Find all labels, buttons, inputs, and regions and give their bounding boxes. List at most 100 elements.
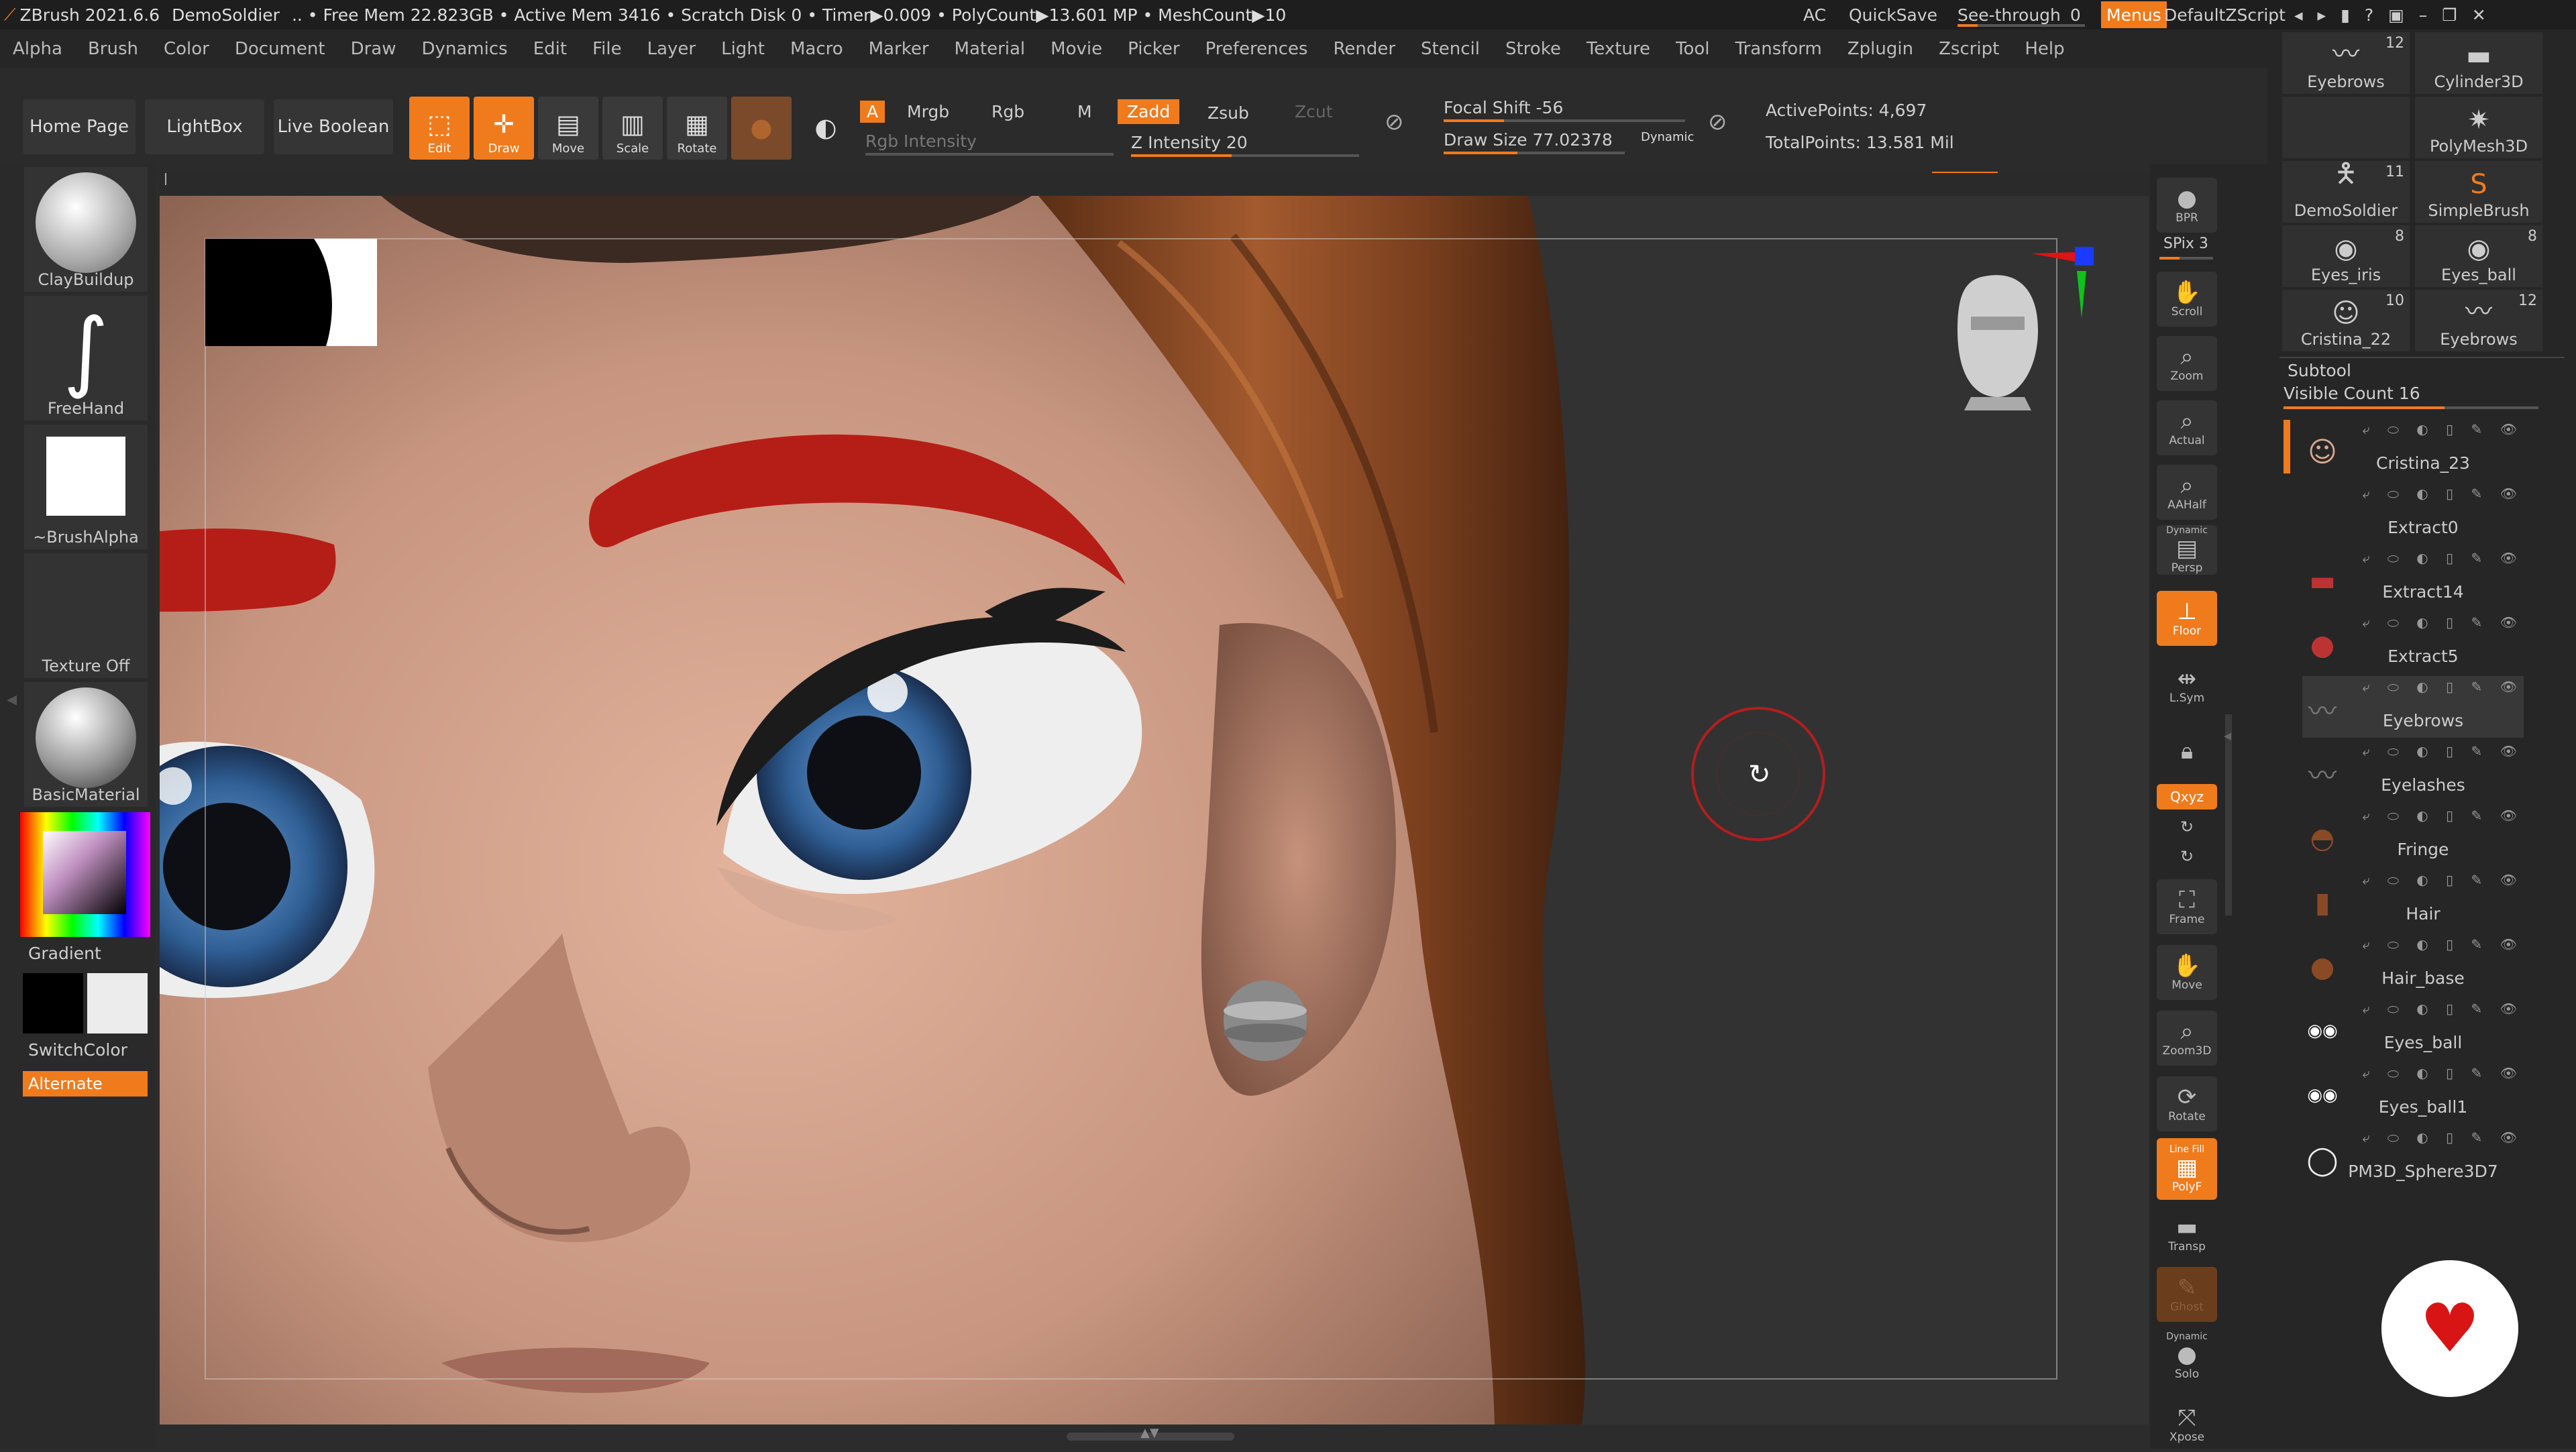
subtool-visibility-controls[interactable]: ⤶ ⬭ ◐ ▯ ✎ 👁︎ — [2362, 1001, 2524, 1017]
subtool-item[interactable]: ● ⤶ ⬭ ◐ ▯ ✎ 👁︎ Hair_base — [2302, 934, 2524, 995]
xpose-button[interactable]: ⤧ Xpose — [2157, 1397, 2217, 1452]
menu-draw[interactable]: Draw — [351, 39, 396, 59]
palette-icon[interactable]: ▮ — [2341, 5, 2365, 25]
menu-layer[interactable]: Layer — [647, 39, 696, 59]
alpha-selector[interactable]: ~BrushAlpha — [24, 425, 148, 549]
subtool-visibility-controls[interactable]: ⤶ ⬭ ◐ ▯ ✎ 👁︎ — [2362, 743, 2524, 759]
shelf-scrollbar[interactable] — [2225, 714, 2232, 915]
subtool-item[interactable]: 〰 ⤶ ⬭ ◐ ▯ ✎ 👁︎ Eyelashes — [2302, 740, 2524, 802]
default-zscript-button[interactable]: DefaultZScript — [2164, 0, 2286, 30]
subtool-item[interactable]: ▮ ⤶ ⬭ ◐ ▯ ✎ 👁︎ Hair — [2302, 869, 2524, 931]
material-swatch[interactable]: ● — [731, 97, 792, 160]
zsub-button[interactable]: Zsub — [1208, 103, 1249, 123]
subtool-visibility-controls[interactable]: ⤶ ⬭ ◐ ▯ ✎ 👁︎ — [2362, 550, 2524, 566]
frame-button[interactable]: ⛶ Frame — [2157, 879, 2217, 934]
menu-edit[interactable]: Edit — [533, 39, 567, 59]
floor-button[interactable]: ⊥ Floor — [2157, 591, 2217, 646]
menus-button[interactable]: Menus — [2101, 1, 2167, 28]
menu-alpha[interactable]: Alpha — [13, 39, 62, 59]
layout-icon[interactable]: ◂▸ — [2294, 5, 2341, 25]
subtool-visibility-controls[interactable]: ⤶ ⬭ ◐ ▯ ✎ 👁︎ — [2362, 421, 2524, 437]
move-button[interactable]: ▤ Move — [538, 97, 598, 160]
close-icon[interactable]: ✕ — [2472, 5, 2501, 25]
live-boolean-button[interactable]: Live Boolean — [274, 99, 393, 154]
spix-slider[interactable]: SPix 3 — [2163, 235, 2208, 252]
window-controls[interactable]: ◂▸ ▮? ▣ – ❐ ✕ — [2294, 0, 2501, 30]
menu-document[interactable]: Document — [235, 39, 325, 59]
lock-button[interactable]: 🔒︎ — [2157, 724, 2217, 779]
subtool-scroll-indicator[interactable] — [2284, 420, 2290, 473]
subtool-visibility-controls[interactable]: ⤶ ⬭ ◐ ▯ ✎ 👁︎ — [2362, 807, 2524, 824]
color-square[interactable] — [43, 831, 126, 914]
subtool-visibility-controls[interactable]: ⤶ ⬭ ◐ ▯ ✎ 👁︎ — [2362, 486, 2524, 502]
tool-thumbnail[interactable]: S SimpleBrush — [2415, 161, 2542, 223]
a-button[interactable]: A — [860, 101, 885, 123]
menu-picker[interactable]: Picker — [1128, 39, 1179, 59]
rgb-intensity-slider[interactable]: Rgb Intensity — [865, 131, 977, 151]
tool-thumbnail[interactable]: ✷ PolyMesh3D — [2415, 97, 2542, 158]
quicksave-button[interactable]: QuickSave — [1849, 0, 1937, 30]
ghost-button[interactable]: ✎ Ghost — [2157, 1267, 2217, 1322]
menu-stencil[interactable]: Stencil — [1421, 39, 1480, 59]
dynamic-size-button[interactable]: Dynamic — [1641, 130, 1694, 144]
rotate-z-button[interactable]: ↻ — [2157, 842, 2217, 871]
restore-icon[interactable]: ❐ — [2442, 5, 2471, 25]
draw-size-slider[interactable]: Draw Size 77.02378 — [1444, 130, 1613, 150]
menu-zscript[interactable]: Zscript — [1939, 39, 1999, 59]
focal-shift-track[interactable] — [1444, 119, 1685, 122]
tool-thumbnail[interactable]: ☺ Cristina_22 10 — [2282, 290, 2410, 351]
home-page-button[interactable]: Home Page — [23, 99, 136, 154]
subtool-item[interactable]: ◉◉ ⤶ ⬭ ◐ ▯ ✎ 👁︎ Eyes_ball1 — [2302, 1062, 2524, 1124]
color-picker[interactable] — [20, 812, 150, 937]
subtool-item[interactable]: ◓ ⤶ ⬭ ◐ ▯ ✎ 👁︎ Fringe — [2302, 805, 2524, 867]
menu-material[interactable]: Material — [955, 39, 1026, 59]
expand-arrow-icon[interactable]: ◂ — [2224, 728, 2231, 744]
m-button[interactable]: M — [1077, 102, 1092, 121]
bpr-button[interactable]: ● BPR — [2157, 178, 2217, 233]
rotate-view-button[interactable]: ⟳ Rotate — [2157, 1076, 2217, 1131]
tool-thumbnail[interactable]: ◉ Eyes_iris 8 — [2282, 225, 2410, 287]
tool-thumbnail[interactable]: 〰 Eyebrows 12 — [2282, 32, 2410, 94]
gradient-label[interactable]: Gradient — [28, 944, 101, 963]
z-intensity-slider[interactable]: Z Intensity 20 — [1131, 133, 1248, 152]
zcut-button[interactable]: Zcut — [1295, 102, 1333, 121]
lightbox-button[interactable]: LightBox — [145, 99, 264, 154]
menu-movie[interactable]: Movie — [1051, 39, 1102, 59]
alternate-button[interactable]: Alternate — [23, 1071, 148, 1097]
subtool-visibility-controls[interactable]: ⤶ ⬭ ◐ ▯ ✎ 👁︎ — [2362, 1129, 2524, 1146]
menu-marker[interactable]: Marker — [869, 39, 929, 59]
menu-light[interactable]: Light — [721, 39, 765, 59]
edit-button[interactable]: ⬚ Edit — [409, 97, 470, 160]
transp-button[interactable]: ▬ Transp — [2157, 1207, 2217, 1262]
lazy-mouse-s-icon[interactable]: ⊘ — [1385, 109, 1404, 135]
tool-thumbnail[interactable] — [2282, 97, 2410, 158]
move-view-button[interactable]: ✋ Move — [2157, 945, 2217, 1000]
menu-macro[interactable]: Macro — [790, 39, 843, 59]
subtool-item[interactable]: ⤶ ⬭ ◐ ▯ ✎ 👁︎ Extract0 — [2302, 483, 2524, 545]
menu-dynamics[interactable]: Dynamics — [421, 39, 507, 59]
subtool-visibility-controls[interactable]: ⤶ ⬭ ◐ ▯ ✎ 👁︎ — [2362, 1065, 2524, 1081]
xyz-button[interactable]: Qxyz — [2157, 784, 2217, 809]
color-sphere-button[interactable]: ◐ — [796, 97, 856, 160]
focal-shift-slider[interactable]: Focal Shift -56 — [1444, 98, 1563, 117]
zadd-button[interactable]: Zadd — [1118, 99, 1180, 124]
persp-button[interactable]: Dynamic ▤ Persp — [2157, 525, 2217, 575]
ac-button[interactable]: AC — [1803, 0, 1826, 30]
subtool-item[interactable]: ◉◉ ⤶ ⬭ ◐ ▯ ✎ 👁︎ Eyes_ball — [2302, 998, 2524, 1060]
rotate-y-button[interactable]: ↻ — [2157, 812, 2217, 842]
menu-help[interactable]: Help — [2025, 39, 2064, 59]
bottom-tray-handle[interactable]: ▲▼ — [1067, 1426, 1234, 1441]
subtool-visibility-controls[interactable]: ⤶ ⬭ ◐ ▯ ✎ 👁︎ — [2362, 679, 2524, 695]
stroke-selector[interactable]: ∫ FreeHand — [24, 296, 148, 421]
secondary-color-swatch[interactable] — [23, 973, 83, 1034]
primary-color-swatch[interactable] — [87, 973, 148, 1034]
rgb-button[interactable]: Rgb — [991, 102, 1024, 121]
menu-preferences[interactable]: Preferences — [1205, 39, 1308, 59]
menu-texture[interactable]: Texture — [1587, 39, 1650, 59]
actual-button[interactable]: ⌕ Actual — [2157, 400, 2217, 455]
visible-count-track[interactable] — [2284, 406, 2538, 409]
tray-collapse-arrow-icon[interactable]: ◂ — [7, 687, 17, 711]
document-canvas[interactable]: ↻ — [160, 196, 2149, 1425]
subtool-item[interactable]: ☺ ⤶ ⬭ ◐ ▯ ✎ 👁︎ Cristina_23 — [2302, 418, 2524, 480]
menu-color[interactable]: Color — [164, 39, 209, 59]
